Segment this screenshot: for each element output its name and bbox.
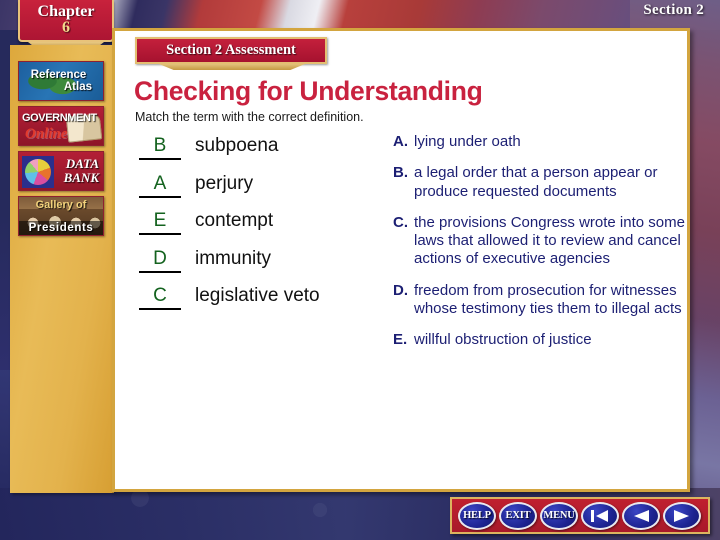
page-subtitle: Match the term with the correct definiti… [135,110,364,124]
presentation-slide: Chapter 6 Section 2 Reference Atlas GOVE… [0,0,720,540]
term-label: legislative veto [195,285,320,306]
navigation-bar: HELP EXIT MENU [450,497,710,534]
definition-text: the provisions Congress wrote into some … [414,213,685,268]
definition-letter: D. [393,281,408,299]
list-item: B subpoena [139,135,389,173]
list-item: A perjury [139,173,389,211]
data-bank-caption: DATA BANK [19,152,103,190]
data-bank-line1: DATA [65,156,99,172]
sidebar-item-reference-atlas[interactable]: Reference Atlas [18,61,104,101]
previous-slide-button[interactable] [622,501,660,530]
term-label: subpoena [195,135,279,156]
term-label: immunity [195,247,272,269]
assessment-banner-label: Section 2 Assessment [166,42,296,58]
first-slide-button[interactable] [581,501,619,530]
definition-text: a legal order that a person appear or pr… [414,164,658,200]
answer-blank[interactable]: C [139,285,181,310]
sidebar: Reference Atlas GOVERNMENT Online DATA B… [10,45,114,493]
definition-text: freedom from prosecution for witnesses w… [414,281,682,318]
chapter-word: Chapter [37,3,95,20]
term-label: perjury [195,172,254,194]
definition-text: willful obstruction of justice [414,331,592,349]
reference-atlas-line2: Atlas [63,81,92,93]
answer-blank[interactable]: E [139,210,181,235]
answer-blank[interactable]: B [139,135,181,160]
chapter-tab: Chapter 6 [18,0,114,42]
list-item: B. a legal order that a person appear or… [393,164,693,201]
menu-button-label: MENU [543,510,575,521]
definition-text: lying under oath [414,133,521,150]
list-item: E contempt [139,210,389,248]
gallery-line1: Gallery of [35,199,87,211]
definition-letter: B. [393,164,408,182]
content-panel: Section 2 Assessment Checking for Unders… [112,28,690,492]
back-arrow-icon [634,509,649,522]
reference-atlas-line1: Reference [30,68,87,81]
list-item: D immunity [139,248,389,286]
definition-list: A. lying under oath B. a legal order tha… [393,133,693,363]
reference-atlas-caption: Reference Atlas [19,62,103,100]
answer-blank[interactable]: A [139,173,181,198]
gallery-line2: Presidents [19,221,103,235]
sidebar-item-data-bank[interactable]: DATA BANK [18,151,104,191]
assessment-banner-foot [159,64,305,70]
page-title: Checking for Understanding [134,76,483,106]
section-label: Section 2 [643,2,704,18]
forward-arrow-icon [674,509,689,522]
list-item: E. willful obstruction of justice [393,331,693,349]
match-term-list: B subpoena A perjury E contempt D immuni… [139,135,389,323]
sidebar-item-government-online[interactable]: GOVERNMENT Online [18,106,104,146]
answer-blank[interactable]: D [139,248,181,273]
next-slide-button[interactable] [663,501,701,530]
exit-button[interactable]: EXIT [499,501,537,530]
first-arrow-icon [591,509,608,522]
chapter-number: 6 [62,19,70,36]
data-bank-line2: BANK [63,170,99,185]
list-item: C. the provisions Congress wrote into so… [393,214,693,269]
exit-button-label: EXIT [505,510,531,521]
list-item: A. lying under oath [393,133,693,151]
definition-letter: C. [393,213,408,231]
assessment-banner: Section 2 Assessment [135,37,327,64]
definition-letter: A. [393,133,408,150]
help-button-label: HELP [463,510,491,521]
list-item: D. freedom from prosecution for witnesse… [393,282,693,319]
definition-letter: E. [393,331,408,349]
term-label: contempt [195,210,274,231]
help-button[interactable]: HELP [458,501,496,530]
government-online-line2: Online [25,126,68,142]
menu-button[interactable]: MENU [540,501,578,530]
list-item: C legislative veto [139,285,389,323]
sidebar-item-gallery-of-presidents[interactable]: Gallery of Presidents [18,196,104,236]
government-online-line1: GOVERNMENT [22,112,97,124]
